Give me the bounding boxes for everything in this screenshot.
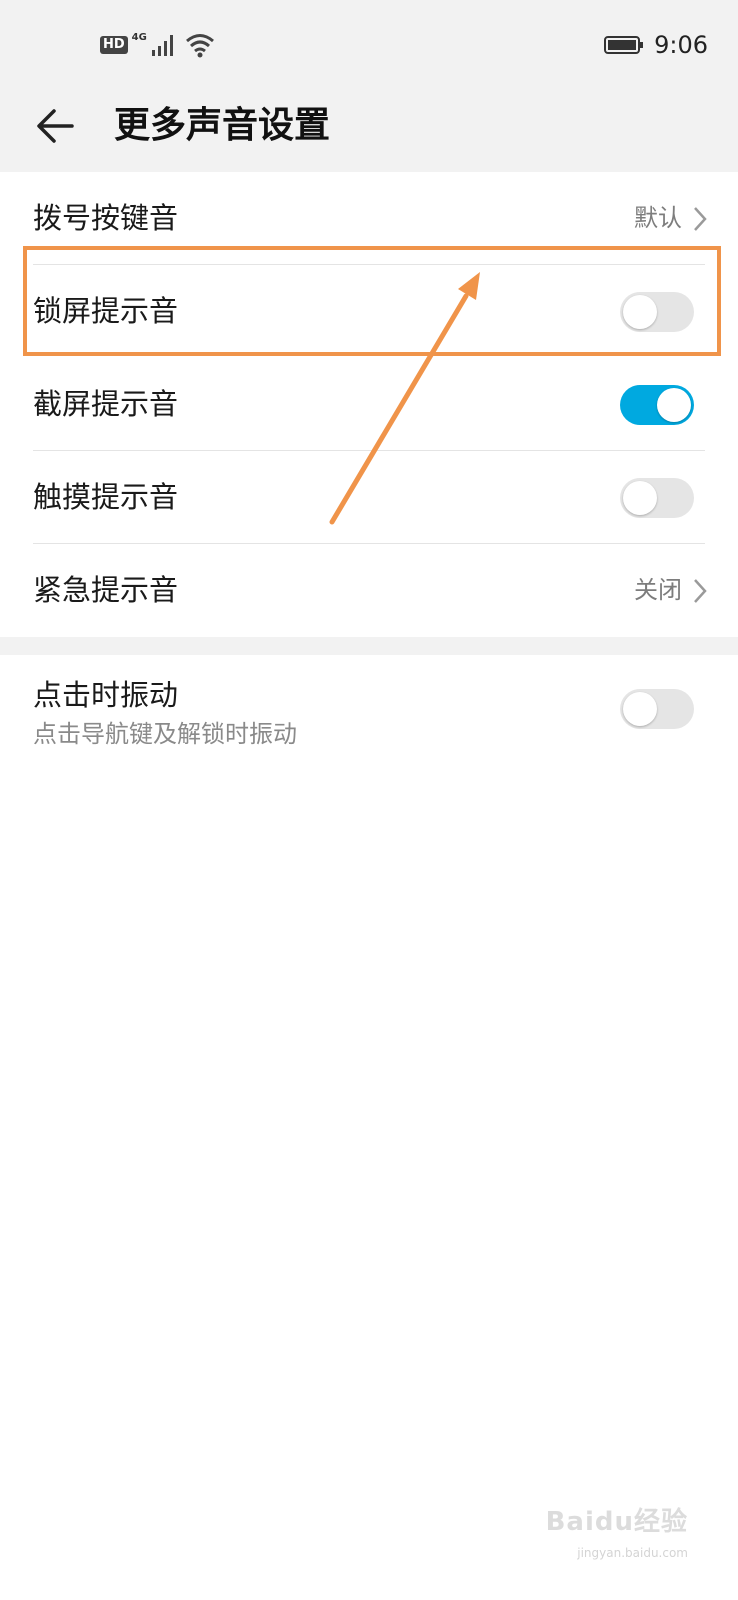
dial-pad-tone-label: 拨号按键音	[33, 201, 179, 235]
toggle-knob	[623, 295, 657, 329]
network-type-label: 4G	[131, 31, 147, 43]
vibrate-on-tap-item: 点击时振动 点击导航键及解锁时振动	[0, 655, 738, 767]
dial-pad-tone-item[interactable]: 拨号按键音 默认	[0, 172, 738, 265]
battery-icon	[604, 36, 644, 54]
hd-badge: HD	[100, 36, 128, 54]
touch-tone-label: 触摸提示音	[33, 480, 179, 514]
screenshot-tone-item: 截屏提示音	[0, 358, 738, 451]
touch-tone-toggle[interactable]	[620, 478, 694, 518]
chevron-right-icon	[694, 579, 707, 603]
touch-tone-item: 触摸提示音	[0, 451, 738, 544]
clock: 9:06	[654, 31, 708, 59]
status-left: HD 4G	[100, 30, 215, 60]
emergency-tone-item[interactable]: 紧急提示音 关闭	[0, 544, 738, 637]
section-separator	[0, 637, 738, 655]
back-button[interactable]	[32, 102, 80, 150]
emergency-tone-value: 关闭	[634, 576, 682, 604]
top-bar: HD 4G 9:06 更多声音设置	[0, 0, 738, 172]
watermark-url: jingyan.baidu.com	[577, 1546, 688, 1560]
watermark-logo: Baidu经验	[545, 1507, 688, 1537]
vibrate-on-tap-toggle[interactable]	[620, 689, 694, 729]
vibrate-on-tap-label: 点击时振动	[33, 678, 179, 712]
toggle-knob	[623, 481, 657, 515]
toggle-knob	[657, 388, 691, 422]
signal-icon	[151, 35, 173, 56]
lock-screen-tone-toggle[interactable]	[620, 292, 694, 332]
app-header: 更多声音设置	[0, 90, 738, 172]
back-arrow-icon	[37, 109, 74, 143]
status-bar: HD 4G 9:06	[0, 0, 738, 90]
chevron-right-icon	[694, 207, 707, 231]
toggle-knob	[623, 692, 657, 726]
lock-screen-tone-item: 锁屏提示音	[0, 265, 738, 358]
dial-pad-tone-value: 默认	[634, 204, 682, 232]
vibrate-on-tap-description: 点击导航键及解锁时振动	[33, 720, 297, 748]
emergency-tone-label: 紧急提示音	[33, 573, 179, 607]
screenshot-tone-toggle[interactable]	[620, 385, 694, 425]
wifi-icon	[185, 34, 214, 58]
status-right: 9:06	[604, 28, 708, 62]
page-title: 更多声音设置	[114, 105, 331, 146]
lock-screen-tone-label: 锁屏提示音	[33, 294, 179, 328]
settings-list: 拨号按键音 默认 锁屏提示音 截屏提示音 触摸提示音 紧急提示音 关闭 点击时振…	[0, 172, 738, 767]
screenshot-tone-label: 截屏提示音	[33, 387, 179, 421]
